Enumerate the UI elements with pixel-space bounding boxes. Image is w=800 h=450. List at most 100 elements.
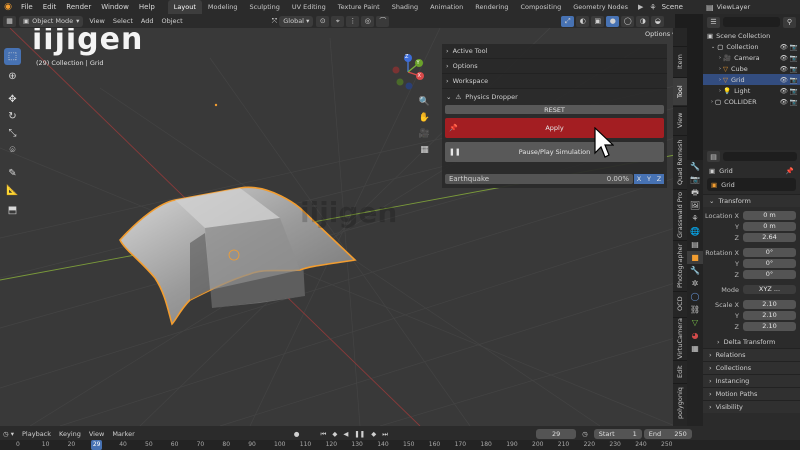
- panel-active-tool[interactable]: › Active Tool: [442, 44, 667, 59]
- output-icon[interactable]: 🖶: [687, 186, 703, 199]
- outliner-item-camera[interactable]: › 🎥 Camera 👁 📷: [703, 52, 800, 63]
- workspace-tab-texture-paint[interactable]: Texture Paint: [332, 0, 386, 14]
- camera-render-icon[interactable]: 📷: [790, 76, 798, 84]
- render-icon[interactable]: 📷: [687, 173, 703, 186]
- timeline-ruler[interactable]: 0 10 20 29 40 50 60 70 80 90 100 110 120 130 140 150 160…: [0, 440, 800, 450]
- pause-play-button[interactable]: ❚❚ Pause/Play Simulation: [445, 142, 664, 162]
- delta-transform-panel[interactable]: › Delta Transform: [703, 335, 800, 348]
- pin-icon[interactable]: 📌: [786, 167, 794, 175]
- location-y-field[interactable]: 0 m: [743, 222, 796, 231]
- collections-panel[interactable]: › Collections: [703, 361, 800, 374]
- tab-polygoniq[interactable]: polygoniq: [673, 383, 687, 423]
- blender-logo-icon[interactable]: ◉: [0, 2, 16, 12]
- play-reverse-icon[interactable]: ◀: [343, 430, 348, 438]
- zoom-icon[interactable]: 🔍: [416, 94, 433, 110]
- data-icon[interactable]: ▽: [687, 316, 703, 329]
- tab-ocd[interactable]: OCD: [673, 291, 687, 316]
- earthquake-slider[interactable]: Earthquake 0.00%: [445, 174, 633, 184]
- scale-y-field[interactable]: 2.10: [743, 311, 796, 320]
- camera-render-icon[interactable]: 📷: [790, 43, 798, 51]
- outliner-item-collider[interactable]: › ▢ COLLIDER 👁 📷: [703, 96, 800, 107]
- particles-icon[interactable]: ✲: [687, 277, 703, 290]
- properties-search-input[interactable]: [723, 152, 797, 161]
- camera-render-icon[interactable]: 📷: [790, 54, 798, 62]
- viewport-menu-object[interactable]: Object: [157, 14, 186, 28]
- menu-render[interactable]: Render: [61, 0, 96, 14]
- end-frame-field[interactable]: End 250: [643, 429, 692, 439]
- workspace-tab-geometry-nodes[interactable]: Geometry Nodes: [567, 0, 634, 14]
- view-layer-selector[interactable]: ViewLayer: [717, 3, 751, 11]
- tab-edit[interactable]: Edit: [673, 360, 687, 382]
- outliner-search-input[interactable]: [723, 17, 780, 27]
- rotation-y-field[interactable]: 0°: [743, 259, 796, 268]
- scene-tab-icon[interactable]: ⚘: [687, 212, 703, 225]
- camera-render-icon[interactable]: 📷: [790, 98, 798, 106]
- move-icon[interactable]: ✥: [4, 91, 21, 108]
- camera-render-icon[interactable]: 📷: [790, 65, 798, 73]
- jump-start-icon[interactable]: ⏮: [320, 430, 326, 439]
- expand-arrow-icon[interactable]: ›: [719, 55, 721, 61]
- outliner-item-cube[interactable]: › ▽ Cube 👁 📷: [703, 63, 800, 74]
- add-cube-icon[interactable]: ⬒: [4, 202, 21, 219]
- physics-dropper-header[interactable]: ⌄ ⚠ Physics Dropper: [442, 89, 667, 104]
- workspace-tab-layout[interactable]: Layout: [167, 0, 202, 14]
- filter-icon[interactable]: ⚲: [783, 16, 796, 28]
- workspace-tab-sculpting[interactable]: Sculpting: [243, 0, 285, 14]
- pivot-icon[interactable]: ⊙: [316, 15, 330, 27]
- rotation-z-field[interactable]: 0°: [743, 270, 796, 279]
- eye-icon[interactable]: 👁: [780, 43, 788, 51]
- workspace-tab-shading[interactable]: Shading: [386, 0, 424, 14]
- wireframe-shading-icon[interactable]: ◯: [621, 15, 635, 27]
- motion-paths-panel[interactable]: › Motion Paths: [703, 387, 800, 400]
- viewport-menu-view[interactable]: View: [85, 14, 108, 28]
- collection-tab-icon[interactable]: ▤: [687, 238, 703, 251]
- visibility-panel[interactable]: › Visibility: [703, 400, 800, 413]
- workspace-tab-rendering[interactable]: Rendering: [469, 0, 514, 14]
- solid-shading-icon[interactable]: ●: [606, 15, 620, 27]
- expand-arrow-icon[interactable]: ›: [719, 66, 721, 72]
- snap-icon[interactable]: ⌖: [331, 15, 345, 27]
- menu-window[interactable]: Window: [96, 0, 134, 14]
- tool-settings-icon[interactable]: 🔧: [687, 160, 703, 173]
- rotation-x-field[interactable]: 0°: [743, 248, 796, 257]
- next-key-icon[interactable]: ◆: [371, 430, 376, 438]
- texture-icon[interactable]: ▦: [687, 342, 703, 355]
- falloff-icon[interactable]: ⌒: [376, 15, 390, 27]
- select-box-icon[interactable]: ⬚: [4, 48, 21, 65]
- outliner-item-grid[interactable]: › ▽ Grid 👁 📷: [703, 74, 800, 85]
- axis-x-toggle[interactable]: X: [634, 174, 644, 184]
- modifier-icon[interactable]: 🔧: [687, 264, 703, 277]
- outliner-item-light[interactable]: › 💡 Light 👁 📷: [703, 85, 800, 96]
- tab-view[interactable]: View: [673, 106, 687, 134]
- physics-icon[interactable]: ◯: [687, 290, 703, 303]
- menu-help[interactable]: Help: [134, 0, 160, 14]
- tab-tool[interactable]: Tool: [673, 77, 687, 105]
- world-icon[interactable]: 🌐: [687, 225, 703, 238]
- object-properties-icon[interactable]: ■: [687, 251, 703, 264]
- scroll-right-icon[interactable]: ▶: [638, 3, 643, 11]
- workspace-tab-modeling[interactable]: Modeling: [202, 0, 244, 14]
- scale-z-field[interactable]: 2.10: [743, 322, 796, 331]
- navigation-gizmo[interactable]: Z X Y: [388, 52, 428, 92]
- measure-icon[interactable]: 📐: [4, 182, 21, 199]
- xray-icon[interactable]: ▣: [591, 15, 605, 27]
- workspace-tab-animation[interactable]: Animation: [424, 0, 469, 14]
- location-z-field[interactable]: 2.64: [743, 233, 796, 242]
- tab-grasswald-pro[interactable]: Grasswald Pro: [673, 189, 687, 239]
- camera-render-icon[interactable]: 📷: [790, 87, 798, 95]
- timeline-editor-icon[interactable]: ◷ ▾: [3, 430, 14, 438]
- rotate-icon[interactable]: ↻: [4, 108, 21, 125]
- instancing-panel[interactable]: › Instancing: [703, 374, 800, 387]
- overlay-icon[interactable]: ◐: [576, 15, 590, 27]
- viewport-menu-add[interactable]: Add: [137, 14, 158, 28]
- start-frame-field[interactable]: Start 1: [593, 429, 642, 439]
- display-mode-icon[interactable]: ☰: [707, 16, 720, 28]
- rendered-shading-icon[interactable]: ◒: [651, 15, 665, 27]
- expand-arrow-icon[interactable]: ›: [719, 88, 721, 94]
- scale-x-field[interactable]: 2.10: [743, 300, 796, 309]
- mode-selector[interactable]: ▣ Object Mode ▾: [19, 15, 84, 27]
- timeline-menu-marker[interactable]: Marker: [108, 427, 138, 441]
- expand-arrow-icon[interactable]: ⌄: [711, 44, 715, 50]
- orientation-selector[interactable]: Global ▾: [279, 15, 314, 27]
- reset-button[interactable]: RESET: [445, 105, 664, 114]
